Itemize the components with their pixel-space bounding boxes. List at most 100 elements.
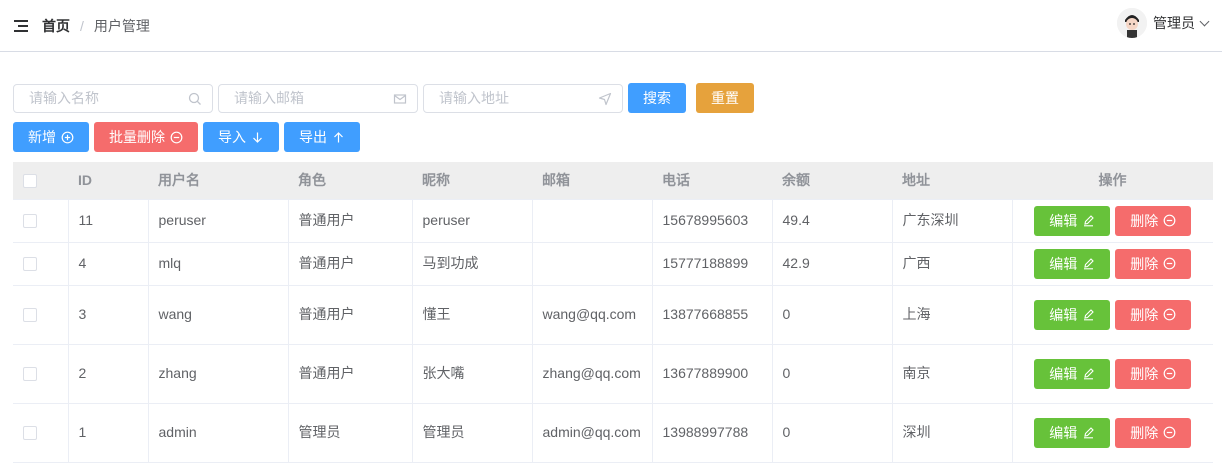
add-button[interactable]: 新增 [13,122,89,152]
edit-button[interactable]: 编辑 [1034,248,1111,279]
circle-minus-icon [1163,214,1176,227]
breadcrumb-home[interactable]: 首页 [42,16,70,36]
circle-minus-icon [1163,426,1176,439]
cell-email: wang@qq.com [532,285,653,345]
cell-address: 广东深圳 [892,199,1013,243]
reset-button[interactable]: 重置 [696,83,754,113]
select-all-cell[interactable] [13,162,68,200]
menu-fold-icon[interactable] [14,19,30,33]
row-checkbox[interactable] [23,308,37,323]
delete-button[interactable]: 删除 [1115,299,1192,330]
edit-icon [1084,309,1095,321]
export-button[interactable]: 导出 [284,122,360,152]
column-header: 地址 [892,162,1012,200]
row-operations: 编辑 删除 [1012,344,1213,404]
arrow-up-icon [334,131,343,142]
circle-minus-icon [1163,367,1176,380]
circle-minus-icon [1163,308,1176,321]
row-operations: 编辑 删除 [1012,403,1213,463]
delete-label: 删除 [1130,212,1159,229]
cell-phone: 13677889900 [652,344,773,404]
table-row[interactable]: 3 wang 普通用户 懂王 wang@qq.com 13877668855 0 上海 编辑 删除 [13,285,1213,345]
table-body: 11 peruser 普通用户 peruser 15678995603 49.4 广东深圳编… [13,199,1213,463]
delete-label: 删除 [1130,365,1159,382]
email-search-input[interactable] [219,84,417,112]
search-button[interactable]: 搜索 [628,83,686,113]
row-select-cell[interactable] [13,403,69,463]
cell-username: wang [148,285,289,345]
delete-label: 删除 [1130,255,1159,272]
import-button[interactable]: 导入 [203,122,279,152]
edit-icon [1084,427,1095,439]
select-all-checkbox[interactable] [23,174,37,189]
edit-icon [1084,215,1095,227]
breadcrumb-current: 用户管理 [93,17,150,34]
table-row[interactable]: 11 peruser 普通用户 peruser 15678995603 49.4 广东深圳编… [13,199,1213,243]
edit-label: 编辑 [1049,212,1078,229]
cell-balance: 0 [772,285,893,345]
cell-phone: 13877668855 [652,285,773,345]
email-search-field[interactable] [218,83,418,113]
arrow-down-icon [253,132,262,143]
cell-id: 1 [68,403,149,463]
name-search-input[interactable] [14,84,212,112]
cell-username: zhang [148,344,289,404]
address-search-input[interactable] [424,84,622,112]
row-select-cell[interactable] [13,344,69,404]
edit-label: 编辑 [1049,365,1078,382]
batch-delete-button[interactable]: 批量删除 [94,122,198,152]
row-select-cell[interactable] [13,285,69,345]
table-row[interactable]: 1 admin 管理员 管理员 admin@qq.com 13988997788 0 深圳 编辑… [13,403,1213,463]
row-checkbox[interactable] [23,257,37,272]
column-header: 余额 [772,162,892,200]
cell-role: 普通用户 [288,199,413,243]
breadcrumb: 首页 / 用户管理 [42,16,150,36]
column-header: 角色 [288,162,412,200]
edit-button[interactable]: 编辑 [1034,205,1111,236]
cell-email [532,199,653,243]
chevron-down-icon[interactable] [1199,16,1210,26]
edit-label: 编辑 [1049,424,1078,441]
cell-email: zhang@qq.com [532,344,653,404]
delete-button[interactable]: 删除 [1115,248,1192,279]
circle-minus-icon [1163,257,1176,270]
delete-button[interactable]: 删除 [1115,205,1192,236]
cell-balance: 42.9 [772,242,893,286]
delete-button[interactable]: 删除 [1115,358,1192,389]
table-row[interactable]: 4 mlq 普通用户 马到功成 15777188899 42.9 广西 编辑 删除 [13,242,1213,286]
table-header-row: ID 用户名 角色 昵称 邮箱 电话 余额 地址 操作 [13,162,1213,200]
row-checkbox[interactable] [23,214,37,229]
table-row[interactable]: 2 zhang 普通用户 张大嘴 zhang@qq.com 13677889900 0 南京编… [13,344,1213,404]
cell-address: 上海 [892,285,1013,345]
row-operations: 编辑 删除 [1012,242,1213,286]
column-header: ID [68,162,148,200]
row-checkbox[interactable] [23,426,37,441]
cell-nickname: peruser [412,199,533,243]
export-label: 导出 [299,129,327,145]
cell-balance: 49.4 [772,199,893,243]
avatar[interactable] [1117,8,1147,38]
user-name[interactable]: 管理员 [1153,13,1195,33]
row-select-cell[interactable] [13,199,69,243]
cell-id: 4 [68,242,149,286]
cell-id: 3 [68,285,149,345]
column-header: 邮箱 [532,162,652,200]
column-header: 操作 [1012,162,1213,200]
cell-nickname: 懂王 [412,285,533,345]
edit-button[interactable]: 编辑 [1034,358,1111,389]
delete-button[interactable]: 删除 [1115,417,1192,448]
user-menu[interactable]: 管理员 [1117,8,1210,38]
edit-button[interactable]: 编辑 [1034,417,1111,448]
cell-username: peruser [148,199,289,243]
edit-label: 编辑 [1049,306,1078,323]
cell-nickname: 管理员 [412,403,533,463]
cell-phone: 13988997788 [652,403,773,463]
name-search-field[interactable] [13,83,213,113]
cell-email [532,242,653,286]
search-icon [188,92,201,105]
row-checkbox[interactable] [23,367,37,382]
batch-delete-label: 批量删除 [109,129,165,145]
row-select-cell[interactable] [13,242,69,286]
edit-button[interactable]: 编辑 [1034,299,1111,330]
address-search-field[interactable] [423,83,623,113]
